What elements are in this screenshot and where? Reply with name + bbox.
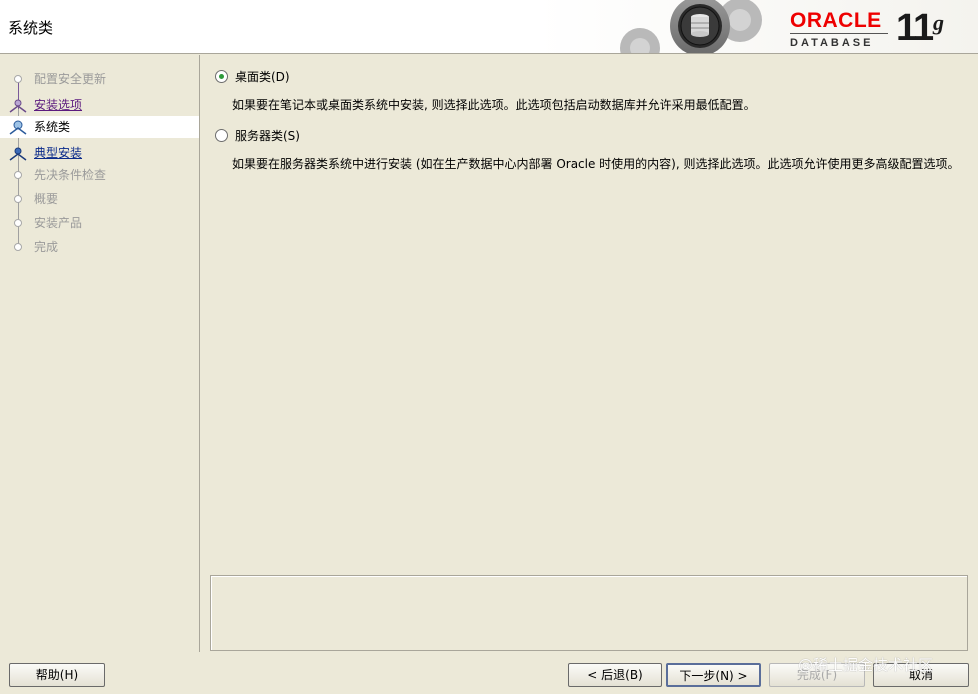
watermark-text: @稀土掘金技术社区 <box>798 656 934 674</box>
desktop-class-description: 如果要在笔记本或桌面类系统中安装, 则选择此选项。此选项包括启动数据库并允许采用… <box>232 98 756 112</box>
header-banner: 系统类 ORACLE DATABASE 11 g <box>0 0 978 54</box>
database-logo-text: DATABASE <box>790 37 874 49</box>
version-number: 11 <box>896 7 934 49</box>
step-label: 典型安装 <box>34 146 83 160</box>
step-label: 安装选项 <box>34 98 83 112</box>
step-dot-icon <box>14 75 22 83</box>
step-dot-icon <box>14 195 22 203</box>
version-suffix: g <box>933 10 944 35</box>
step-dot-icon <box>14 243 22 251</box>
step-install-product: 安装产品 <box>0 212 199 234</box>
server-class-radio[interactable] <box>215 129 228 142</box>
step-label: 系统类 <box>34 120 71 134</box>
button-bar: 帮助(H) < 后退(B) 下一步(N) > 完成(F) 取消 @稀土掘金技术社… <box>0 654 978 694</box>
step-system-class[interactable]: 系统类 <box>0 116 199 138</box>
server-class-label[interactable]: 服务器类(S) <box>235 127 300 145</box>
step-current-figure-icon <box>9 120 27 135</box>
server-class-description: 如果要在服务器类系统中进行安装 (如在生产数据中心内部署 Oracle 时使用的… <box>232 157 960 171</box>
back-button[interactable]: < 后退(B) <box>568 663 662 687</box>
logo-divider <box>790 33 888 34</box>
desktop-class-label[interactable]: 桌面类(D) <box>235 68 290 86</box>
next-button[interactable]: 下一步(N) > <box>666 663 761 687</box>
step-label: 概要 <box>34 192 59 206</box>
step-summary: 概要 <box>0 188 199 210</box>
main-panel: 桌面类(D) 如果要在笔记本或桌面类系统中安装, 则选择此选项。此选项包括启动数… <box>201 55 978 652</box>
step-dot-icon <box>14 219 22 227</box>
step-label: 完成 <box>34 240 59 254</box>
step-install-options[interactable]: 安装选项 <box>0 94 199 116</box>
wizard-steps-sidebar: 配置安全更新 安装选项 系统类 典型安装 先决条件检查 概要 安装产品 完成 <box>0 55 200 652</box>
step-configure-security-updates: 配置安全更新 <box>0 68 199 90</box>
step-label: 安装产品 <box>34 216 83 230</box>
page-title: 系统类 <box>8 19 54 37</box>
help-button[interactable]: 帮助(H) <box>9 663 105 687</box>
step-finish: 完成 <box>0 236 199 258</box>
desktop-class-radio[interactable] <box>215 70 228 83</box>
gears-logo-icon <box>620 0 762 53</box>
step-link-figure-icon <box>9 147 27 161</box>
step-dot-icon <box>14 171 22 179</box>
oracle-logo: ORACLE <box>790 9 882 32</box>
step-visited-figure-icon <box>9 99 27 113</box>
step-prerequisite-checks: 先决条件检查 <box>0 164 199 186</box>
step-label: 配置安全更新 <box>34 72 107 86</box>
message-area <box>210 575 968 651</box>
step-typical-install[interactable]: 典型安装 <box>0 142 199 164</box>
step-label: 先决条件检查 <box>34 168 107 182</box>
